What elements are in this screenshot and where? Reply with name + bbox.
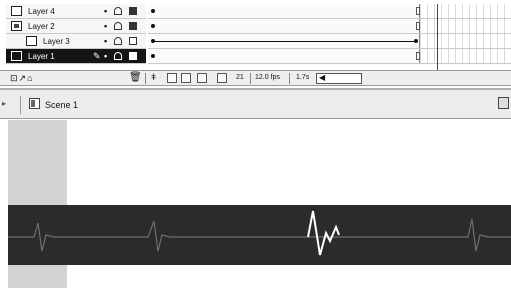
frame-row-layer-4[interactable] <box>148 4 511 19</box>
edit-scene-icon[interactable] <box>498 97 509 109</box>
layer-name: Layer 3 <box>43 37 70 46</box>
keyframe[interactable] <box>151 24 155 28</box>
masked-layer-icon <box>26 36 37 46</box>
motion-tween-line <box>155 41 415 42</box>
frame-row-layer-1[interactable] <box>148 49 511 64</box>
heartbeat-spike-highlight <box>307 210 340 256</box>
layer-icon <box>11 51 22 61</box>
divider <box>250 73 251 84</box>
outline-color-icon[interactable] <box>129 22 137 30</box>
outline-color-icon[interactable] <box>129 7 137 15</box>
timeline-panel: Layer 4 • Layer 2 • Layer 3 • Layer 1 ✎ … <box>0 0 511 86</box>
scene-name[interactable]: Scene 1 <box>45 100 78 110</box>
heartbeat-line <box>8 218 511 252</box>
timeline-toolbar: ⊡↗⌂ 🗑 ǂ 21 12.0 fps 1.7s ◀ <box>0 70 511 86</box>
end-frame[interactable] <box>416 7 420 15</box>
scene-icon <box>29 98 40 109</box>
scroll-left-arrow-icon[interactable]: ◀ <box>319 73 325 82</box>
lock-icon[interactable] <box>114 37 122 45</box>
frames-grid[interactable] <box>148 4 511 74</box>
keyframe[interactable] <box>414 39 418 43</box>
current-frame: 21 <box>236 74 244 81</box>
timeline-scrollbar[interactable]: ◀ <box>316 73 362 84</box>
mask-layer-icon <box>11 21 22 31</box>
layer-name: Layer 4 <box>28 7 55 16</box>
heartbeat-graphic <box>8 210 511 256</box>
layer-row-layer-1[interactable]: Layer 1 ✎ • <box>6 49 146 64</box>
guide-layer-icon <box>11 6 22 16</box>
stage-area[interactable] <box>0 120 511 288</box>
onion-skin-button[interactable] <box>167 73 177 83</box>
lock-icon[interactable] <box>114 52 122 60</box>
heartbeat-strip[interactable] <box>8 205 511 265</box>
frame-row-layer-3[interactable] <box>148 34 511 49</box>
edit-multiple-frames-button[interactable] <box>197 73 207 83</box>
outline-color-icon[interactable] <box>129 52 137 60</box>
frame-span[interactable] <box>148 19 420 33</box>
visibility-dot-icon[interactable]: • <box>104 21 107 31</box>
collapse-arrow-icon[interactable]: ▸ <box>2 99 6 108</box>
layer-row-layer-2[interactable]: Layer 2 • <box>6 19 146 34</box>
edit-bar: ▸ Scene 1 <box>0 88 511 119</box>
pencil-icon: ✎ <box>93 51 101 61</box>
lock-icon[interactable] <box>114 22 122 30</box>
layer-name: Layer 1 <box>28 52 55 61</box>
frame-row-layer-2[interactable] <box>148 19 511 34</box>
layer-row-layer-4[interactable]: Layer 4 • <box>6 4 146 19</box>
visibility-dot-icon[interactable]: • <box>104 51 107 61</box>
visibility-dot-icon[interactable]: • <box>104 36 107 46</box>
trash-icon[interactable]: 🗑 <box>129 72 142 83</box>
layer-row-layer-3[interactable]: Layer 3 • <box>6 34 146 49</box>
modify-onion-markers-button[interactable] <box>217 73 227 83</box>
keyframe[interactable] <box>151 9 155 13</box>
insert-layer-icons[interactable]: ⊡↗⌂ <box>10 73 34 84</box>
divider <box>20 96 21 114</box>
frame-span[interactable] <box>148 4 420 18</box>
visibility-dot-icon[interactable]: • <box>104 6 107 16</box>
layer-name: Layer 2 <box>28 22 55 31</box>
onion-skin-outlines-button[interactable] <box>181 73 191 83</box>
keyframe[interactable] <box>151 54 155 58</box>
playhead[interactable] <box>437 4 438 74</box>
frame-rate: 12.0 fps <box>255 74 280 81</box>
elapsed-time: 1.7s <box>296 74 310 81</box>
end-frame[interactable] <box>416 22 420 30</box>
lock-icon[interactable] <box>114 7 122 15</box>
layer-list: Layer 4 • Layer 2 • Layer 3 • Layer 1 ✎ … <box>6 4 146 70</box>
end-frame[interactable] <box>416 52 420 60</box>
center-frame-icon[interactable]: ǂ <box>151 72 156 82</box>
divider <box>289 73 290 84</box>
outline-color-icon[interactable] <box>129 37 137 45</box>
divider <box>145 73 146 84</box>
frame-span[interactable] <box>148 49 420 63</box>
